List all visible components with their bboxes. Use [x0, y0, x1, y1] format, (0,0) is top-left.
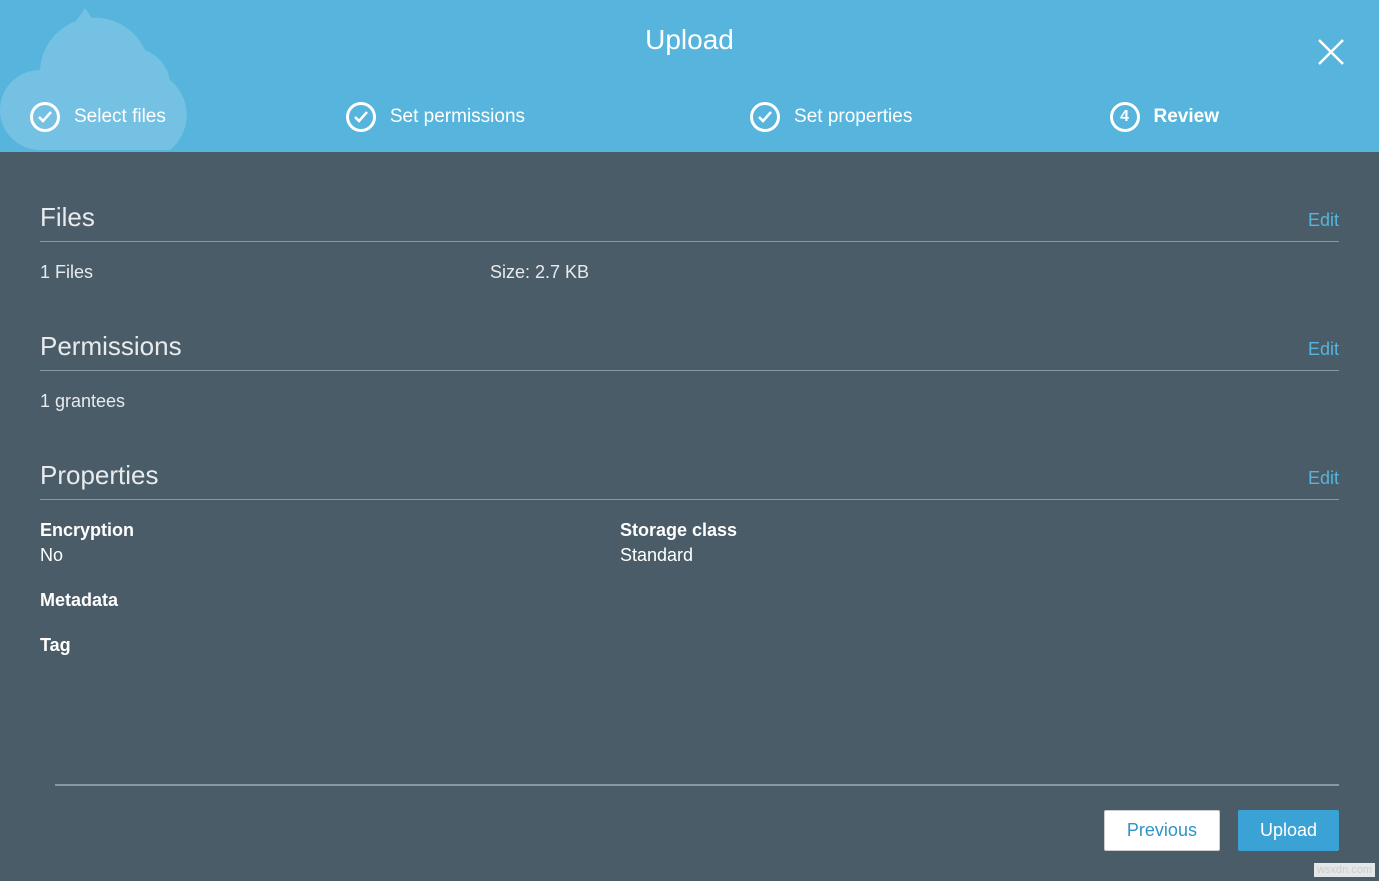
files-size: Size: 2.7 KB: [490, 262, 1339, 283]
section-body: Encryption No Storage class Standard Met…: [40, 520, 1339, 656]
dialog-header: Upload Select files Set permissions Set …: [0, 0, 1379, 152]
check-icon: [30, 102, 60, 132]
section-title: Files: [40, 202, 95, 233]
wizard-stepper: Select files Set permissions Set propert…: [0, 102, 1379, 132]
step-number-icon: 4: [1110, 102, 1140, 132]
section-title: Permissions: [40, 331, 182, 362]
files-section: Files Edit 1 Files Size: 2.7 KB: [40, 202, 1339, 283]
edit-permissions-link[interactable]: Edit: [1308, 339, 1339, 360]
footer-buttons: Previous Upload: [55, 810, 1339, 851]
previous-button[interactable]: Previous: [1104, 810, 1220, 851]
upload-button[interactable]: Upload: [1238, 810, 1339, 851]
step-label: Review: [1154, 106, 1219, 128]
section-body: 1 Files Size: 2.7 KB: [40, 262, 1339, 283]
section-header: Properties Edit: [40, 460, 1339, 500]
storage-class-label: Storage class: [620, 520, 1200, 541]
files-count: 1 Files: [40, 262, 490, 283]
step-set-permissions[interactable]: Set permissions: [346, 102, 525, 132]
step-label: Select files: [74, 106, 166, 128]
step-set-properties[interactable]: Set properties: [750, 102, 912, 132]
step-label: Set properties: [794, 106, 912, 128]
storage-class-value: Standard: [620, 545, 1200, 566]
encryption-label: Encryption: [40, 520, 620, 541]
watermark: wsxdn.com: [1314, 863, 1375, 877]
edit-properties-link[interactable]: Edit: [1308, 468, 1339, 489]
section-title: Properties: [40, 460, 159, 491]
tag-label: Tag: [40, 635, 1339, 656]
divider: [55, 784, 1339, 786]
grantees-count: 1 grantees: [40, 391, 125, 412]
section-header: Files Edit: [40, 202, 1339, 242]
permissions-section: Permissions Edit 1 grantees: [40, 331, 1339, 412]
encryption-value: No: [40, 545, 620, 566]
metadata-label: Metadata: [40, 590, 1339, 611]
dialog-footer: Previous Upload: [0, 784, 1379, 881]
check-icon: [750, 102, 780, 132]
dialog-content: Files Edit 1 Files Size: 2.7 KB Permissi…: [0, 152, 1379, 724]
properties-section: Properties Edit Encryption No Storage cl…: [40, 460, 1339, 656]
edit-files-link[interactable]: Edit: [1308, 210, 1339, 231]
close-icon[interactable]: [1317, 38, 1345, 66]
section-header: Permissions Edit: [40, 331, 1339, 371]
check-icon: [346, 102, 376, 132]
section-body: 1 grantees: [40, 391, 1339, 412]
step-review[interactable]: 4 Review: [1110, 102, 1219, 132]
step-select-files[interactable]: Select files: [30, 102, 166, 132]
step-label: Set permissions: [390, 106, 525, 128]
